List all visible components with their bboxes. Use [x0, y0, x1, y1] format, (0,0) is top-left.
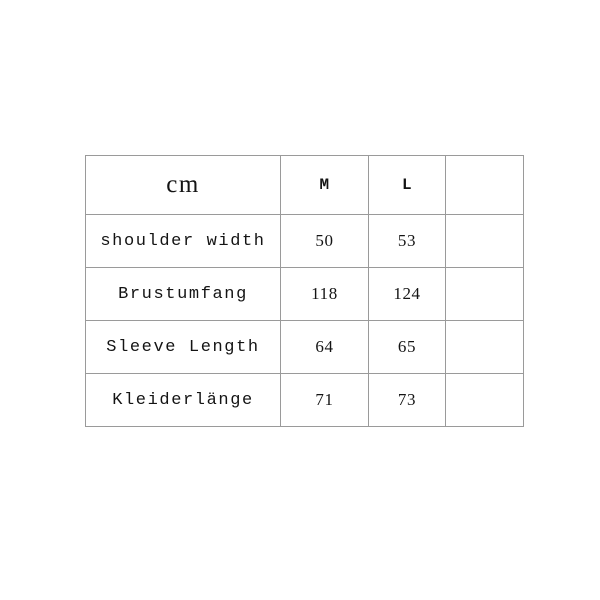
- value-brustumfang-l: 124: [368, 267, 446, 321]
- size-header-empty: [445, 155, 524, 215]
- measurement-label-sleeve-length: Sleeve Length: [85, 320, 281, 374]
- measurement-label-brustumfang: Brustumfang: [85, 267, 281, 321]
- value-kleiderlaenge-m: 71: [280, 373, 369, 427]
- measurement-label-kleiderlaenge: Kleiderlänge: [85, 373, 281, 427]
- unit-header-cell: cm: [85, 155, 281, 215]
- value-shoulder-width-l: 53: [368, 214, 446, 268]
- measurement-label-shoulder-width: shoulder width: [85, 214, 281, 268]
- value-sleeve-length-m: 64: [280, 320, 369, 374]
- size-header-l: L: [368, 155, 446, 215]
- size-header-m: M: [280, 155, 369, 215]
- value-shoulder-width-extra: [445, 214, 524, 268]
- table-header-row: cm M L: [85, 155, 524, 215]
- value-sleeve-length-extra: [445, 320, 524, 374]
- table-row: Kleiderlänge 71 73: [85, 373, 524, 427]
- value-kleiderlaenge-extra: [445, 373, 524, 427]
- table-row: Sleeve Length 64 65: [85, 320, 524, 374]
- garment-size-chart-table: cm M L shoulder width 50 53 Brustumfang …: [85, 155, 524, 427]
- value-shoulder-width-m: 50: [280, 214, 369, 268]
- value-brustumfang-extra: [445, 267, 524, 321]
- table-row: shoulder width 50 53: [85, 214, 524, 268]
- table-row: Brustumfang 118 124: [85, 267, 524, 321]
- value-kleiderlaenge-l: 73: [368, 373, 446, 427]
- value-brustumfang-m: 118: [280, 267, 369, 321]
- value-sleeve-length-l: 65: [368, 320, 446, 374]
- page-canvas: cm M L shoulder width 50 53 Brustumfang …: [0, 0, 600, 600]
